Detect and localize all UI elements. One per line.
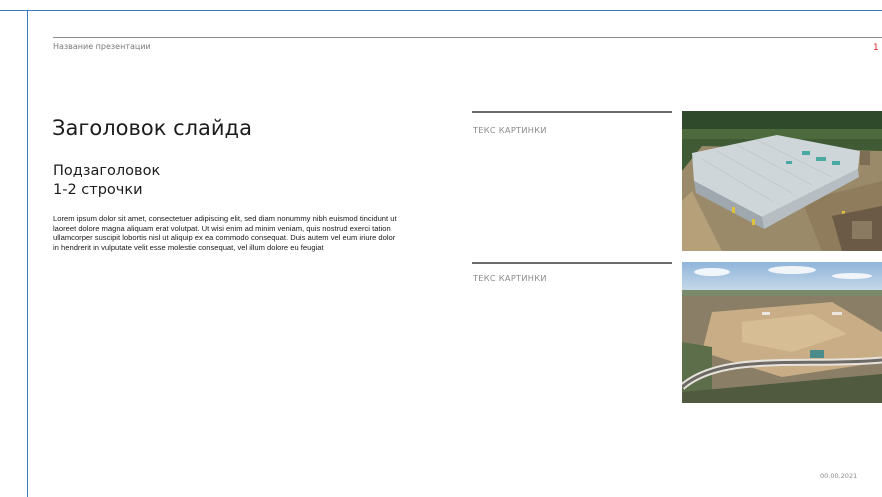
- frame-top-border: [0, 10, 882, 11]
- frame-left-border: [27, 10, 28, 497]
- subtitle-line: 1-2 строчки: [53, 182, 143, 198]
- subtitle-line: Подзаголовок: [53, 163, 161, 179]
- presentation-name: Название презентации: [53, 42, 151, 51]
- slide-title: Заголовок слайда: [52, 116, 252, 140]
- slide-subtitle: Подзаголовок 1-2 строчки: [53, 162, 160, 200]
- image-caption: ТЕКС КАРТИНКИ: [473, 125, 547, 135]
- slide: Название презентации 1 Заголовок слайда …: [0, 0, 882, 497]
- image-caption: ТЕКС КАРТИНКИ: [473, 273, 547, 283]
- construction-site-aerial-photo: [682, 262, 882, 403]
- caption-divider: [472, 262, 672, 264]
- factory-aerial-photo: [682, 111, 882, 251]
- header-divider: [53, 37, 882, 38]
- body-text: Lorem ipsum dolor sit amet, consectetuer…: [53, 214, 397, 253]
- footer-date: 00.00.2021: [820, 472, 858, 480]
- page-number: 1: [873, 43, 879, 53]
- caption-divider: [472, 111, 672, 113]
